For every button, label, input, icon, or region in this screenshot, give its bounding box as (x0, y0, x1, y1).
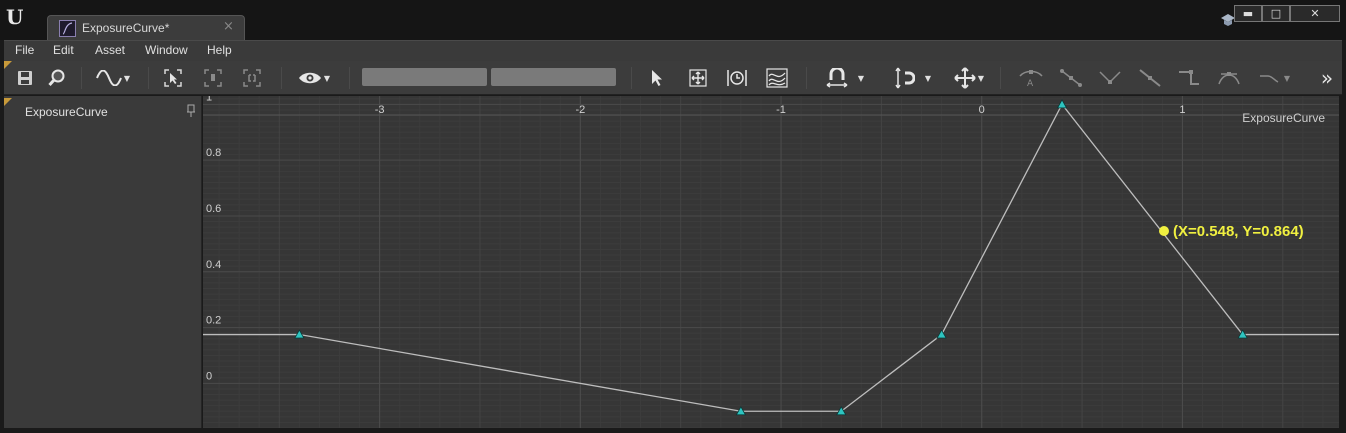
curve-display-icon[interactable]: ▼ (94, 66, 132, 90)
y-tick-label: 0.4 (206, 259, 221, 271)
document-tab[interactable]: ExposureCurve* × (47, 15, 245, 41)
overflow-icon[interactable]: » (1316, 66, 1338, 90)
move-axis-icon[interactable]: ▼ (950, 66, 988, 90)
tangent-auto-icon[interactable]: A (1018, 66, 1044, 90)
menu-asset[interactable]: Asset (95, 43, 125, 57)
curve-list-item[interactable]: ExposureCurve (25, 105, 108, 119)
curve-line (203, 103, 1339, 412)
x-tick-label: 1 (1179, 104, 1185, 116)
pin-icon[interactable] (186, 104, 196, 118)
svg-text:A: A (1027, 79, 1034, 88)
toolbar-separator (806, 67, 807, 89)
toolbar-separator (281, 67, 282, 89)
curve-asset-icon (59, 20, 76, 37)
toolbar-separator (631, 67, 632, 89)
curve-graph[interactable]: -3 -2 -1 0 1 1 0.8 0.6 0.4 0.2 0 ExposureCurve (X=… (203, 96, 1339, 428)
flatten-icon[interactable] (1216, 66, 1242, 90)
y-tick-label: 0.6 (206, 203, 221, 215)
y-tick-label: 0.2 (206, 315, 221, 327)
cursor-dot-icon (1159, 226, 1169, 236)
tab-title: ExposureCurve* (82, 21, 170, 35)
y-tick-label: 0.8 (206, 147, 221, 159)
minimize-button[interactable]: ▬ (1234, 5, 1262, 22)
x-tick-label: -2 (575, 104, 585, 116)
select-icon[interactable] (646, 66, 668, 90)
panel-corner-marker (4, 98, 12, 106)
menu-help[interactable]: Help (207, 43, 232, 57)
transform-icon[interactable] (687, 66, 709, 90)
toolbar-separator (349, 67, 350, 89)
x-tick-label: -3 (375, 104, 385, 116)
unreal-logo-icon: U (6, 5, 24, 29)
graph-curve-label: ExposureCurve (1242, 111, 1325, 125)
panel-corner-marker (4, 61, 12, 69)
snap-value-icon[interactable]: ▼ (886, 66, 938, 90)
retime-icon[interactable] (726, 66, 748, 90)
toolbar-separator (1000, 67, 1001, 89)
menu-edit[interactable]: Edit (53, 43, 74, 57)
frame-all-icon[interactable] (241, 66, 263, 90)
title-bar: U ExposureCurve* × ▬ □ ✕ (0, 0, 1346, 41)
visibility-icon[interactable]: ▼ (294, 66, 334, 90)
y-tick-label: 1 (206, 96, 212, 103)
maximize-button[interactable]: □ (1262, 5, 1290, 22)
cursor-coordinates: (X=0.548, Y=0.864) (1173, 223, 1304, 240)
close-button[interactable]: ✕ (1290, 5, 1340, 22)
menu-bar: File Edit Asset Window Help (4, 40, 1342, 61)
y-tick-label: 0 (206, 370, 212, 382)
tangent-linear-icon[interactable] (1137, 66, 1163, 90)
save-icon[interactable] (14, 66, 36, 90)
tangent-constant-icon[interactable] (1176, 66, 1202, 90)
time-value-field[interactable] (362, 68, 487, 86)
menu-file[interactable]: File (15, 43, 34, 57)
multi-scale-icon[interactable] (765, 66, 789, 90)
toolbar-separator (148, 67, 149, 89)
x-tick-label: -1 (776, 104, 786, 116)
frame-selection-icon[interactable] (162, 66, 184, 90)
x-tick-label: 0 (979, 104, 985, 116)
tangent-break-icon[interactable] (1097, 66, 1123, 90)
tangent-user-icon[interactable] (1058, 66, 1084, 90)
straighten-icon[interactable]: ▼ (1254, 66, 1294, 90)
window-frame (0, 428, 1346, 433)
window-controls: ▬ □ ✕ (1234, 5, 1340, 22)
snap-time-icon[interactable]: ▼ (822, 66, 868, 90)
cursor-value-readout: (X=0.548, Y=0.864) (1159, 223, 1304, 240)
frame-key-icon[interactable] (202, 66, 224, 90)
curves-panel: ExposureCurve (4, 96, 202, 428)
toolbar-separator (81, 67, 82, 89)
curve-key[interactable] (936, 329, 947, 339)
menu-window[interactable]: Window (145, 43, 188, 57)
toolbar: ▼ ▼ ▼ ▼ ▼ A ▼ » (4, 61, 1342, 95)
tab-close-icon[interactable]: × (223, 19, 234, 34)
curve-graph-canvas[interactable]: -3 -2 -1 0 1 1 0.8 0.6 0.4 0.2 0 (203, 96, 1339, 428)
browse-icon[interactable] (46, 66, 68, 90)
key-value-field[interactable] (491, 68, 616, 86)
